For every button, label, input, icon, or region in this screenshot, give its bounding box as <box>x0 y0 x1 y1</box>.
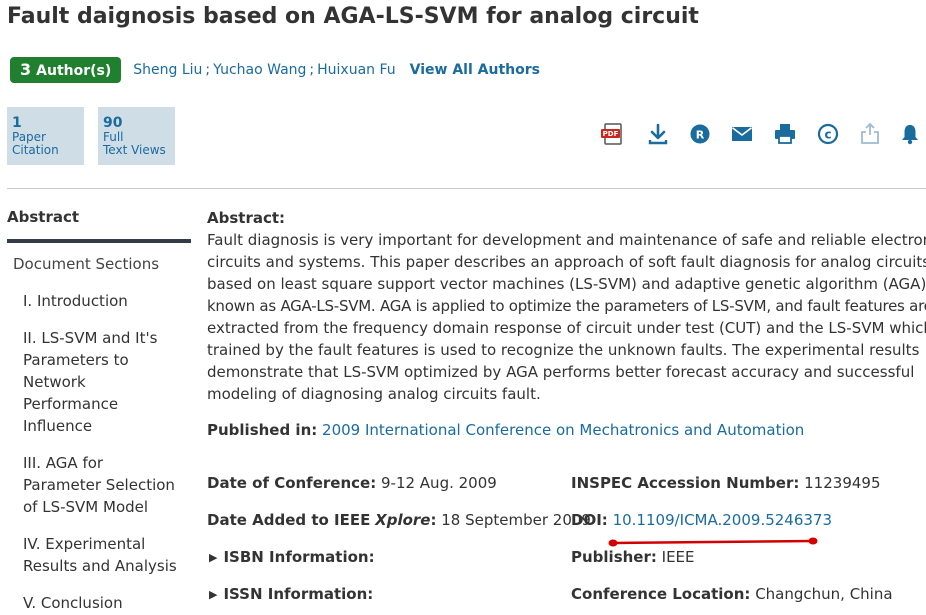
rights-icon-label: R <box>696 128 705 141</box>
conference-location-label: Conference Location: <box>571 585 751 603</box>
doi-link[interactable]: 10.1109/ICMA.2009.5246373 <box>613 511 832 529</box>
expand-triangle-icon: ▶ <box>209 551 218 564</box>
sidebar-item-experimental-results[interactable]: IV. Experimental Results and Analysis <box>23 533 183 577</box>
author-link-yuchao-wang[interactable]: Yuchao Wang <box>213 62 306 78</box>
abstract-line: trained by the fault features is used to… <box>207 341 920 359</box>
view-all-authors-link[interactable]: View All Authors <box>410 62 540 78</box>
red-underline-annotation <box>608 537 818 547</box>
page-title: Fault daignosis based on AGA-LS-SVM for … <box>7 4 699 29</box>
publisher-value: IEEE <box>661 548 695 566</box>
date-added-colon: : <box>430 511 437 529</box>
section-label-line: Performance <box>23 395 119 413</box>
author-link-huixuan-fu[interactable]: Huixuan Fu <box>317 62 396 78</box>
full-text-views-metric[interactable]: 90 Full Text Views <box>98 107 175 165</box>
section-label-line: of LS-SVM Model <box>23 498 149 516</box>
section-label-line: Parameter Selection <box>23 476 175 494</box>
print-icon[interactable] <box>772 121 798 147</box>
abstract-heading: Abstract: <box>207 209 286 227</box>
section-label-line: II. LS-SVM and It's <box>23 329 158 347</box>
header-divider <box>7 188 926 189</box>
published-in: Published in: 2009 International Confere… <box>207 421 804 439</box>
alert-bell-icon[interactable] <box>897 121 923 147</box>
copyright-icon[interactable]: c <box>815 121 841 147</box>
sidebar-item-introduction[interactable]: I. Introduction <box>23 290 183 312</box>
metric-label-line2: Text Views <box>103 143 166 157</box>
sidebar-item-ls-svm-parameters[interactable]: II. LS-SVM and It's Parameters to Networ… <box>23 327 183 437</box>
abstract-line: based on least square support vector mac… <box>207 275 926 293</box>
expand-triangle-icon: ▶ <box>209 588 218 601</box>
email-icon[interactable] <box>729 121 755 147</box>
abstract-line: known as AGA-LS-SVM. AGA is applied to o… <box>207 297 926 315</box>
section-label-line: III. AGA for <box>23 454 104 472</box>
author-link-sheng-liu[interactable]: Sheng Liu <box>133 62 202 78</box>
copyright-icon-label: c <box>824 128 831 142</box>
pdf-icon-label: PDF <box>603 130 619 138</box>
author-count: 3 <box>20 60 32 79</box>
date-added: Date Added to IEEE Xplore: 18 September … <box>207 511 591 529</box>
abstract-line: extracted from the frequency domain resp… <box>207 319 926 337</box>
share-icon[interactable] <box>857 121 883 147</box>
section-label-line: Parameters to <box>23 351 129 369</box>
date-of-conference-label: Date of Conference: <box>207 474 377 492</box>
paper-citation-count: 1 <box>12 115 22 131</box>
section-label-line: Influence <box>23 417 93 435</box>
publisher-label: Publisher: <box>571 548 657 566</box>
issn-information-label: ISSN Information: <box>223 585 374 603</box>
abstract-line: circuits and systems. This paper describ… <box>207 253 926 271</box>
published-in-link[interactable]: 2009 International Conference on Mechatr… <box>322 421 804 439</box>
isbn-information[interactable]: ▶ ISBN Information: <box>209 548 375 566</box>
inspec-label: INSPEC Accession Number: <box>571 474 800 492</box>
author-separator: ; <box>205 62 211 78</box>
abstract-line: modeling of diagnosing analog circuits f… <box>207 385 541 403</box>
author-badge-label: Author(s) <box>36 63 112 79</box>
conference-location-value: Changchun, China <box>755 585 893 603</box>
section-label-line: Results and Analysis <box>23 557 177 575</box>
abstract-line: demonstrate that LS-SVM optimized by AGA… <box>207 363 915 381</box>
section-label-line: Network <box>23 373 86 391</box>
sidebar-item-conclusion[interactable]: V. Conclusion <box>23 592 183 614</box>
document-sections-heading: Document Sections <box>13 255 160 273</box>
doi-label: DOI: <box>571 511 608 529</box>
section-label-line: I. Introduction <box>23 292 128 310</box>
full-text-views-count: 90 <box>103 115 123 131</box>
metric-label-line2: Citation <box>12 143 59 157</box>
abstract-text: Fault diagnosis is very important for de… <box>207 229 926 405</box>
conference-location: Conference Location: Changchun, China <box>571 585 893 603</box>
date-of-conference: Date of Conference: 9-12 Aug. 2009 <box>207 474 497 492</box>
issn-information[interactable]: ▶ ISSN Information: <box>209 585 373 603</box>
date-added-label: Date Added to IEEE <box>207 511 371 529</box>
date-added-label-italic: Xplore <box>375 511 431 529</box>
isbn-information-label: ISBN Information: <box>223 548 375 566</box>
publisher: Publisher: IEEE <box>571 548 695 566</box>
date-added-value: 18 September 2009 <box>441 511 591 529</box>
rights-icon[interactable]: R <box>687 121 713 147</box>
sidebar-item-abstract[interactable]: Abstract <box>7 208 79 226</box>
pdf-icon[interactable]: PDF <box>600 121 626 147</box>
abstract-line: Fault diagnosis is very important for de… <box>207 231 926 249</box>
download-icon[interactable] <box>645 121 671 147</box>
author-separator: ; <box>309 62 315 78</box>
paper-citation-metric[interactable]: 1 Paper Citation <box>7 107 84 165</box>
doi: DOI: 10.1109/ICMA.2009.5246373 <box>571 511 832 529</box>
sidebar-active-indicator <box>7 239 191 243</box>
sidebar-item-aga-parameter-selection[interactable]: III. AGA for Parameter Selection of LS-S… <box>23 452 183 518</box>
author-count-badge[interactable]: 3 Author(s) <box>10 57 122 83</box>
inspec-accession-number: INSPEC Accession Number: 11239495 <box>571 474 881 492</box>
section-label-line: V. Conclusion <box>23 594 123 612</box>
published-in-label: Published in: <box>207 421 318 439</box>
authors-row: 3 Author(s) Sheng Liu ; Yuchao Wang ; Hui… <box>10 57 540 83</box>
date-of-conference-value: 9-12 Aug. 2009 <box>380 474 497 492</box>
section-label-line: IV. Experimental <box>23 535 146 553</box>
inspec-value: 11239495 <box>804 474 881 492</box>
